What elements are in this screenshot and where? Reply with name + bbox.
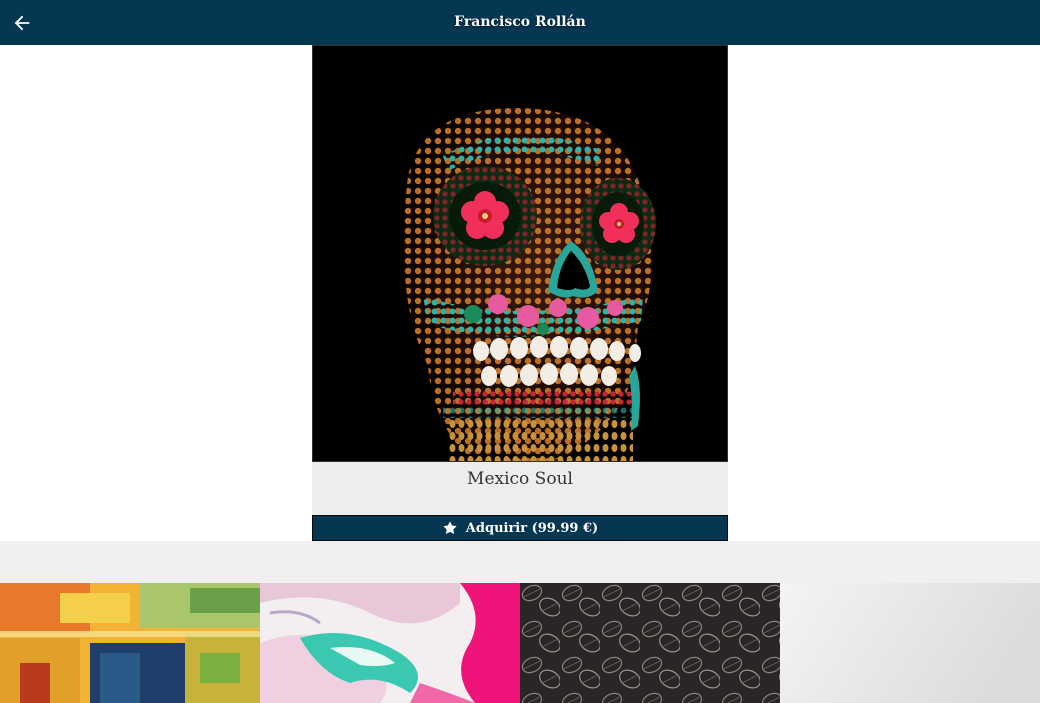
thumbnail-gallery [0,583,1040,703]
top-app-bar: Francisco Rollán [0,0,1040,45]
page-title: Francisco Rollán [454,14,586,30]
artwork-image[interactable] [312,45,728,462]
thumbnail-gray-gradient[interactable] [780,583,1040,703]
star-icon [443,521,457,534]
gallery-separator [0,541,1040,583]
artwork-title: Mexico Soul [312,462,728,515]
buy-button-label: Adquirir (99.99 €) [465,520,599,536]
thumbnail-abstract-yellow[interactable] [0,583,260,703]
buy-button[interactable]: Adquirir (99.99 €) [312,515,728,541]
thumbnail-marble-pink-teal[interactable] [260,583,520,703]
thumbnail-leaves-dark[interactable] [520,583,780,703]
skull-artwork [313,46,727,461]
artwork-card: Mexico Soul Adquirir (99.99 €) [312,45,728,541]
